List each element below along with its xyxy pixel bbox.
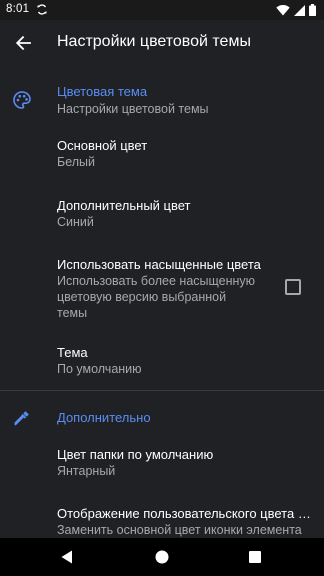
page-title: Настройки цветовой темы [57,33,251,50]
saturated-colors-checkbox[interactable] [285,279,301,295]
pref-title: Основной цвет [57,138,148,153]
arrow-back-icon [15,35,31,51]
cellular-icon [294,4,305,16]
section-divider [0,390,324,391]
status-bar: 8:01 [0,0,324,20]
sync-icon [37,4,47,15]
pref-summary: По умолчанию [57,362,142,376]
pref-summary-line: цветовую версию выбранной [57,290,227,304]
nav-home-button[interactable] [151,546,173,568]
back-triangle-icon [61,550,72,564]
pref-title: Тема [57,345,88,360]
pref-summary-line: Использовать более насыщенную [57,274,256,288]
pref-summary: Заменить основной цвет иконки элемента [57,523,302,537]
back-button[interactable] [8,28,38,58]
palette-icon [13,91,31,109]
section-header-color-theme: Цветовая тема [57,84,148,99]
pref-default-folder-color[interactable]: Цвет папки по умолчанию Янтарный [57,446,308,479]
app-bar: Настройки цветовой темы [0,20,324,66]
pref-primary-color[interactable]: Основной цвет Белый [57,137,308,170]
pref-summary: Янтарный [57,464,116,478]
pref-title: Дополнительный цвет [57,198,191,213]
pref-summary: Белый [57,155,96,169]
nav-back-button[interactable] [56,546,78,568]
home-circle-icon [155,550,169,564]
screen: 8:01 Настройки цветовой темы Цветовая те… [0,0,324,576]
status-time: 8:01 [6,3,30,15]
pref-summary-line: темы [57,306,88,320]
pref-theme[interactable]: Тема По умолчанию [57,344,308,377]
pref-summary: Синий [57,215,94,229]
pref-secondary-color[interactable]: Дополнительный цвет Синий [57,197,308,230]
battery-icon [309,4,316,16]
pref-saturated-colors[interactable]: Использовать насыщенные цвета Использова… [57,256,264,321]
pref-custom-color-display[interactable]: Отображение пользовательского цвета э...… [57,505,312,538]
nav-recents-button[interactable] [244,546,266,568]
pref-title: Цвет папки по умолчанию [57,447,214,462]
pref-title: Использовать насыщенные цвета [57,257,261,272]
section-subtitle-color-theme[interactable]: Настройки цветовой темы [57,101,209,117]
settings-list[interactable]: Цветовая тема Настройки цветовой темы Ос… [0,66,324,538]
section-header-advanced: Дополнительно [57,410,151,425]
eyedropper-icon [14,411,29,426]
navigation-bar [0,538,324,576]
wifi-icon [276,4,290,15]
pref-title: Отображение пользовательского цвета э... [57,506,312,521]
recents-square-icon [249,551,261,563]
